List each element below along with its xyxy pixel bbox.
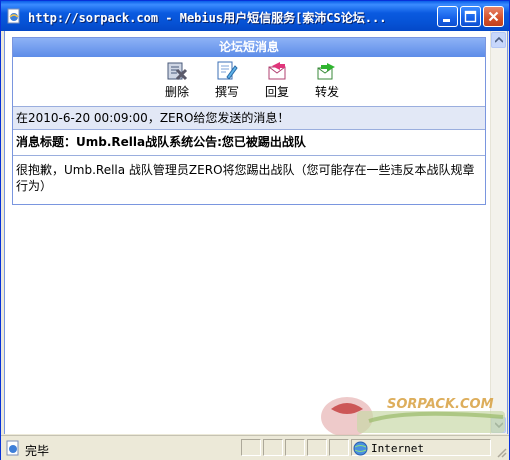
ie-page-icon [6,8,22,24]
page-content: 论坛短消息 删除 撰写 回复 转发 在2010-6-20 00:09:00，ZE… [4,31,508,434]
internet-globe-icon [353,441,368,459]
delete-icon [167,62,188,81]
close-button[interactable] [483,6,504,27]
maximize-icon [464,10,477,23]
message-subject: 消息标题：Umb.Rella战队系统公告:您已被踢出战队 [13,130,485,156]
message-toolbar: 删除 撰写 回复 转发 [13,57,485,105]
compose-button[interactable]: 撰写 [207,60,247,100]
status-bar: 完毕 Internet [1,435,509,460]
forward-button[interactable]: 转发 [307,60,347,100]
panel-header: 论坛短消息 [13,38,485,57]
title-bar[interactable]: http://sorpack.com - Mebius用户短信服务[索沛CS论坛… [1,1,509,31]
forum-message-panel: 论坛短消息 删除 撰写 回复 转发 在2010-6-20 00:09:00，ZE… [12,37,486,205]
scroll-up-button[interactable] [491,32,506,48]
status-cell-empty-4 [307,439,327,456]
browser-popup-window: http://sorpack.com - Mebius用户短信服务[索沛CS论坛… [0,0,510,460]
scroll-up-arrow-icon [495,37,503,43]
forward-icon [317,63,335,80]
security-zone-label: Internet [371,442,424,455]
vertical-scrollbar[interactable] [490,31,507,434]
status-text: 完毕 [25,444,50,458]
forward-label: 转发 [314,85,339,99]
page-done-icon [5,440,21,459]
compose-label: 撰写 [214,85,239,99]
status-cell-empty-3 [285,439,305,456]
minimize-button[interactable] [437,6,458,27]
reply-button[interactable]: 回复 [257,60,297,100]
close-icon [488,11,499,22]
maximize-button[interactable] [460,6,481,27]
reply-label: 回复 [264,85,289,99]
delete-label: 删除 [164,85,189,99]
watermark-text: SORPACK.COM [387,397,494,412]
message-sent-info: 在2010-6-20 00:09:00，ZERO给您发送的消息！ [13,106,485,130]
sorpack-watermark-logo: SORPACK.COM [317,391,507,439]
resize-grip-icon[interactable] [495,446,507,458]
compose-icon [217,61,238,80]
status-cell-empty-1 [241,439,261,456]
delete-button[interactable]: 删除 [157,60,197,100]
status-cell-empty-5 [329,439,349,456]
status-cell-empty-2 [263,439,283,456]
minimize-icon [443,19,450,22]
message-body: 很抱歉，Umb.Rella 战队管理员ZERO将您踢出战队（您可能存在一些违反本… [16,163,475,193]
reply-icon [268,62,286,80]
window-title: http://sorpack.com - Mebius用户短信服务[索沛CS论坛… [28,11,387,25]
